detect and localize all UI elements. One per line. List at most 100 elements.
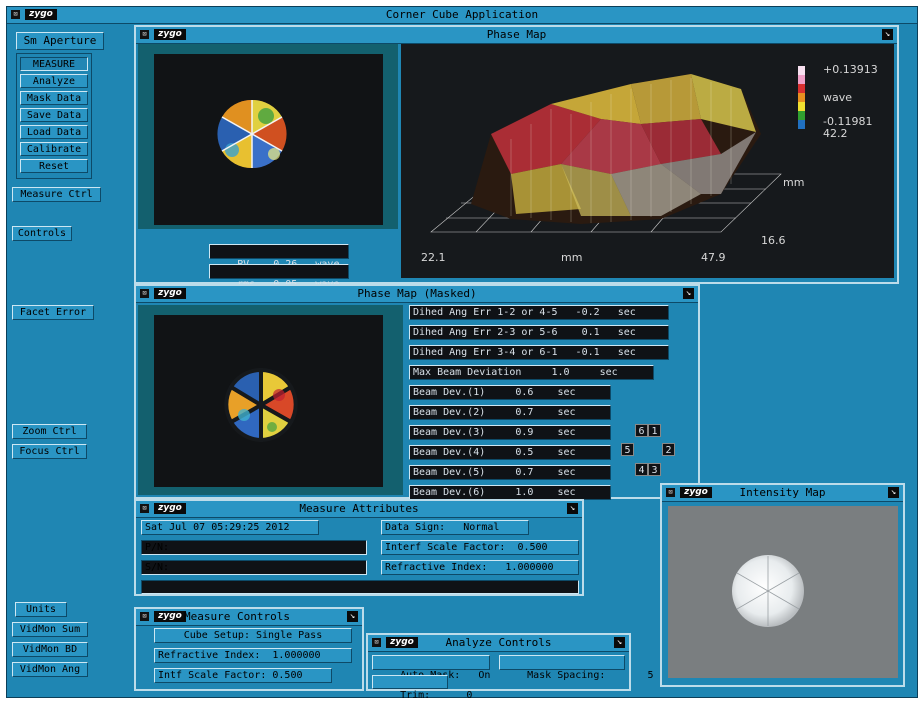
vidmon-sum-button[interactable]: VidMon Sum (12, 622, 88, 637)
intensity-title: Intensity Map (739, 486, 826, 499)
facet-4-label: 4 (635, 463, 648, 476)
x-axis-label: mm (561, 251, 582, 264)
facet-3-label: 3 (648, 463, 661, 476)
beam-dev-6-row: Beam Dev.(6) 1.0 sec (409, 485, 611, 500)
intensity-title-bar: ⊠ zygo Intensity Map ↘ (662, 485, 903, 502)
date-field: Sat Jul 07 05:29:25 2012 (141, 520, 319, 535)
facet-1-label: 1 (648, 424, 661, 437)
close-icon[interactable]: ⊠ (140, 612, 149, 621)
plot-surface (471, 74, 761, 224)
phase-map-disk (217, 99, 287, 169)
reset-button[interactable]: Reset (20, 159, 88, 173)
notes-field[interactable] (141, 580, 579, 594)
pin-icon[interactable]: ↘ (347, 611, 358, 622)
app-title: Corner Cube Application (385, 8, 539, 21)
mc-intf-scale-field[interactable]: Intf Scale Factor: 0.500 (154, 668, 332, 683)
pin-icon[interactable]: ↘ (683, 288, 694, 299)
attributes-title-bar: ⊠ zygo Measure Attributes ↘ (136, 501, 582, 518)
facet-5-label: 5 (621, 443, 634, 456)
mc-refractive-index-field[interactable]: Refractive Index: 1.000000 (154, 648, 352, 663)
y-axis-label: mm (783, 176, 804, 189)
analyze-controls-title: Analyze Controls (445, 636, 552, 649)
pn-label: P/N: (145, 542, 170, 553)
interf-scale-field: Interf Scale Factor: 0.500 (381, 540, 579, 555)
measure-controls-window: ⊠ zygo Measure Controls ↘ Cube Setup: Si… (134, 607, 364, 691)
measure-controls-title: Measure Controls (184, 610, 290, 623)
auto-mask-field[interactable]: Auto Mask: On (372, 655, 490, 681)
load-data-button[interactable]: Load Data (20, 125, 88, 139)
mask-spacing-value: 5 (647, 670, 654, 681)
x-max-label: 47.9 (701, 251, 726, 264)
analyze-button[interactable]: Analyze (20, 74, 88, 88)
masked-title: Phase Map (Masked) (357, 287, 477, 300)
trim-label: Trim: (400, 690, 431, 701)
max-beam-deviation-row: Max Beam Deviation 1.0 sec (409, 365, 654, 380)
x-min-label: 22.1 (421, 251, 446, 264)
masked-disk (224, 367, 298, 443)
facet-6-label: 6 (635, 424, 648, 437)
auto-mask-value: On (478, 670, 491, 681)
intensity-image (668, 506, 898, 678)
beam-dev-3-row: Beam Dev.(3) 0.9 sec (409, 425, 611, 440)
sm-aperture-button[interactable]: Sm Aperture (16, 32, 104, 50)
dihed-err-12-row: Dihed Ang Err 1-2 or 4-5 -0.2 sec (409, 305, 669, 320)
sn-label: S/N: (145, 562, 170, 573)
pin-icon[interactable]: ↘ (614, 637, 625, 648)
colorbar (798, 66, 805, 129)
zoom-ctrl-button[interactable]: Zoom Ctrl (12, 424, 87, 439)
beam-dev-2-row: Beam Dev.(2) 0.7 sec (409, 405, 611, 420)
masked-title-bar: ⊠ zygo Phase Map (Masked) ↘ (136, 286, 698, 303)
action-button-group: MEASURE Analyze Mask Data Save Data Load… (16, 53, 92, 179)
intensity-map-window: ⊠ zygo Intensity Map ↘ (660, 483, 905, 687)
phase-map-title-bar: ⊠ zygo Phase Map ↘ (136, 27, 897, 44)
z-top-label: 42.2 (823, 127, 848, 140)
pin-icon[interactable]: ↘ (888, 487, 899, 498)
facet-2-label: 2 (662, 443, 675, 456)
y-min-label: 16.6 (761, 234, 786, 247)
intensity-disk (732, 555, 804, 627)
masked-phase-map-window: ⊠ zygo Phase Map (Masked) ↘ Dihed Ang Er… (134, 284, 700, 500)
trim-field[interactable]: Trim: 0 (372, 675, 472, 701)
data-sign-field: Data Sign: Normal (381, 520, 529, 535)
sn-field[interactable]: S/N: (141, 560, 367, 575)
measure-controls-title-bar: ⊠ zygo Measure Controls ↘ (136, 609, 362, 626)
masked-frame (138, 305, 403, 495)
phase-map-2d-frame (138, 44, 398, 229)
analyze-controls-window: ⊠ zygo Analyze Controls ↘ Auto Mask: On … (366, 633, 654, 701)
measure-attributes-window: ⊠ zygo Measure Attributes ↘ Sat Jul 07 0… (134, 499, 584, 596)
pin-icon[interactable]: ↘ (567, 503, 578, 514)
trim-value: 0 (466, 690, 473, 701)
phase-map-window: ⊠ zygo Phase Map ↘ 22.1 mm 47.9 16.6 mm … (134, 25, 899, 290)
rms-field: rms 0.05 wave (209, 264, 349, 290)
dihed-err-34-row: Dihed Ang Err 3-4 or 6-1 -0.1 sec (409, 345, 669, 360)
phase-map-3d-svg: 22.1 mm 47.9 16.6 mm +0.13913 wave -0.11… (421, 63, 878, 264)
focus-ctrl-button[interactable]: Focus Ctrl (12, 444, 87, 459)
save-data-button[interactable]: Save Data (20, 108, 88, 122)
phase-map-title: Phase Map (486, 28, 547, 41)
beam-dev-4-row: Beam Dev.(4) 0.5 sec (409, 445, 611, 460)
mask-spacing-field[interactable]: Mask Spacing: 5 (499, 655, 654, 681)
mask-spacing-label: Mask Spacing: (527, 670, 606, 681)
vidmon-bd-button[interactable]: VidMon BD (12, 642, 88, 657)
mask-data-button[interactable]: Mask Data (20, 91, 88, 105)
controls-button[interactable]: Controls (12, 226, 72, 241)
units-button[interactable]: Units (15, 602, 67, 617)
main-title-bar: ⊠ zygo Corner Cube Application (7, 7, 917, 24)
scale-max-label: +0.13913 (823, 63, 878, 76)
zygo-logo: zygo (154, 611, 186, 622)
masked-image (154, 315, 383, 487)
pn-field[interactable]: P/N: (141, 540, 367, 555)
beam-dev-1-row: Beam Dev.(1) 0.6 sec (409, 385, 611, 400)
cube-setup-button[interactable]: Cube Setup: Single Pass (154, 628, 352, 643)
pin-icon[interactable]: ↘ (882, 29, 893, 40)
dihed-err-23-row: Dihed Ang Err 2-3 or 5-6 0.1 sec (409, 325, 669, 340)
vidmon-ang-button[interactable]: VidMon Ang (12, 662, 88, 677)
scale-unit-label: wave (823, 91, 852, 104)
beam-dev-5-row: Beam Dev.(5) 0.7 sec (409, 465, 611, 480)
measure-ctrl-button[interactable]: Measure Ctrl (12, 187, 101, 202)
attributes-title: Measure Attributes (299, 502, 419, 515)
facet-error-button[interactable]: Facet Error (12, 305, 94, 320)
calibrate-button[interactable]: Calibrate (20, 142, 88, 156)
analyze-controls-title-bar: ⊠ zygo Analyze Controls ↘ (368, 635, 629, 652)
measure-button[interactable]: MEASURE (20, 57, 88, 71)
